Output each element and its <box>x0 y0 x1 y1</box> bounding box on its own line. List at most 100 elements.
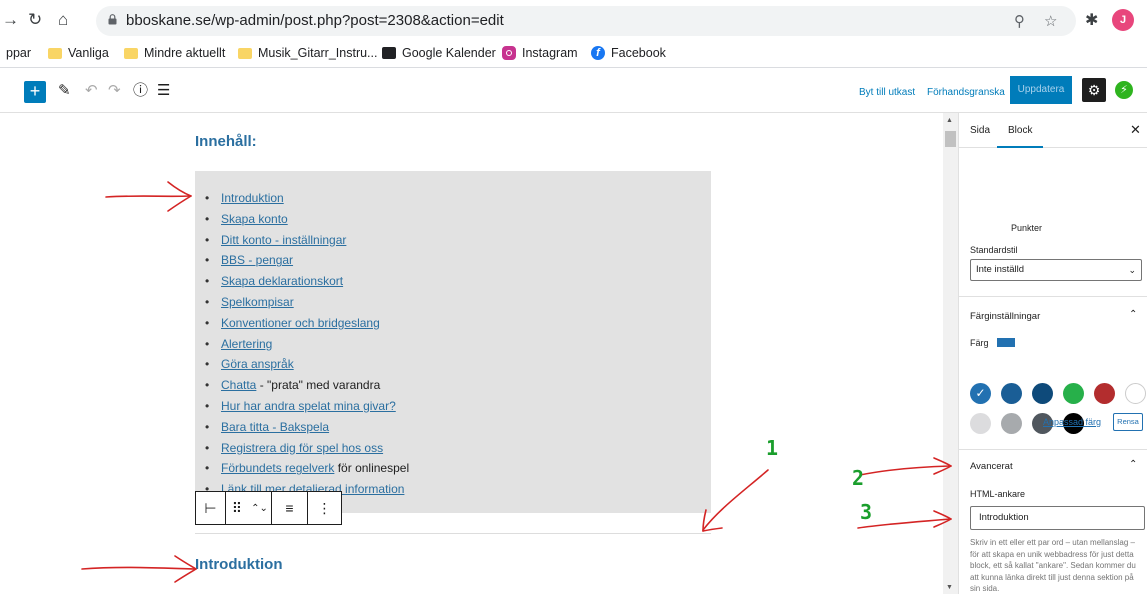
color-swatch[interactable] <box>1001 413 1022 434</box>
toc-link[interactable]: Alertering <box>221 337 272 351</box>
toc-link[interactable]: Spelkompisar <box>221 295 294 309</box>
color-swatch[interactable] <box>1094 383 1115 404</box>
undo-icon[interactable]: ↶ <box>85 81 98 101</box>
profile-avatar[interactable]: J <box>1112 9 1134 31</box>
color-swatch[interactable] <box>1063 383 1084 404</box>
folder-icon <box>124 47 138 59</box>
omnibox[interactable]: bboskane.se/wp-admin/post.php?post=2308&… <box>96 6 1076 36</box>
chevron-down-icon: ⌄ <box>1128 265 1136 275</box>
home-icon[interactable]: ⌂ <box>58 10 68 30</box>
toc-list-item: Bara titta - Bakspela <box>205 417 409 438</box>
redo-icon[interactable]: ↷ <box>108 81 121 101</box>
extensions-icon[interactable]: ✱ <box>1085 10 1098 30</box>
bookmark-folder-vanliga[interactable]: Vanliga <box>48 46 109 60</box>
toc-list-item: Förbundets regelverk för onlinespel <box>205 458 409 479</box>
update-button[interactable]: Uppdatera <box>1010 76 1072 104</box>
bookmark-item[interactable]: ppar <box>6 46 31 60</box>
toc-link[interactable]: BBS - pengar <box>221 253 293 267</box>
list-transform-icon[interactable]: ⊢ <box>196 492 226 524</box>
bookmark-facebook[interactable]: f Facebook <box>591 46 666 60</box>
color-settings-title[interactable]: Färginställningar <box>970 311 1040 322</box>
chevron-up-icon[interactable]: ⌃ <box>1129 459 1137 470</box>
active-tab-indicator <box>997 146 1043 148</box>
color-swatch[interactable] <box>1125 383 1146 404</box>
scroll-up-icon[interactable]: ▲ <box>946 117 953 124</box>
toc-list-item: Skapa deklarationskort <box>205 271 409 292</box>
calendar-icon <box>382 47 396 59</box>
jetpack-icon[interactable]: ⚡ <box>1115 81 1133 99</box>
bookmark-star-icon[interactable]: ☆ <box>1044 12 1057 30</box>
bookmark-google-kalender[interactable]: Google Kalender <box>382 46 496 60</box>
bookmark-folder-musik[interactable]: Musik_Gitarr_Instru... <box>238 46 377 60</box>
preview-button[interactable]: Förhandsgranska <box>927 87 1005 98</box>
color-swatch[interactable]: ✓ <box>970 383 991 404</box>
toc-link[interactable]: Konventioner och bridgeslang <box>221 316 380 330</box>
advanced-title[interactable]: Avancerat <box>970 461 1013 472</box>
browser-url-bar: → ↻ ⌂ bboskane.se/wp-admin/post.php?post… <box>0 0 1147 40</box>
annotation-number: 2 <box>852 466 865 490</box>
folder-icon <box>48 47 62 59</box>
toc-heading[interactable]: Innehåll: <box>195 133 257 150</box>
bookmark-instagram[interactable]: Instagram <box>502 46 578 60</box>
default-style-select[interactable]: Inte inställd ⌄ <box>970 259 1142 281</box>
info-icon[interactable]: ⓘ <box>133 81 148 101</box>
scroll-down-icon[interactable]: ▼ <box>946 584 953 591</box>
tab-block[interactable]: Block <box>1008 125 1032 136</box>
toc-item-suffix: - "prata" med varandra <box>256 378 381 393</box>
toc-link[interactable]: Introduktion <box>221 191 284 205</box>
toc-list-item: Hur har andra spelat mina givar? <box>205 396 409 417</box>
html-anchor-input[interactable]: Introduktion <box>970 506 1145 530</box>
custom-color-link[interactable]: Anpassad färg <box>1043 417 1101 427</box>
toc-item-suffix: för onlinespel <box>334 461 410 476</box>
tab-page[interactable]: Sida <box>970 125 990 136</box>
intro-heading[interactable]: Introduktion <box>195 556 282 573</box>
html-anchor-label: HTML-ankare <box>970 489 1026 499</box>
toc-link[interactable]: Ditt konto - inställningar <box>221 233 346 247</box>
list-view-icon[interactable]: ☰ <box>157 81 170 101</box>
toc-list-item: Registrera dig för spel hos oss <box>205 438 409 459</box>
color-swatch[interactable] <box>1032 383 1053 404</box>
toc-link[interactable]: Registrera dig för spel hos oss <box>221 441 383 455</box>
drag-handle-icon[interactable]: ⠿ <box>226 492 248 524</box>
edit-tool-icon[interactable]: ✎ <box>58 81 71 101</box>
bookmarks-bar: ppar Vanliga Mindre aktuellt Musik_Gitar… <box>0 40 1147 68</box>
sidebar-tabs: Sida Block ✕ <box>959 113 1147 148</box>
lock-icon <box>108 14 117 25</box>
switch-to-draft-button[interactable]: Byt till utkast <box>859 87 915 98</box>
toc-link[interactable]: Skapa deklarationskort <box>221 274 343 288</box>
panel-divider <box>959 449 1147 450</box>
canvas-scrollbar[interactable]: ▲ ▼ <box>943 113 958 594</box>
close-icon[interactable]: ✕ <box>1130 122 1141 138</box>
url-text[interactable]: bboskane.se/wp-admin/post.php?post=2308&… <box>126 12 504 29</box>
scrollbar-thumb[interactable] <box>945 131 956 147</box>
forward-icon[interactable]: → <box>2 10 19 30</box>
folder-icon <box>238 47 252 59</box>
default-style-label: Standardstil <box>970 245 1018 255</box>
bookmark-folder-mindre-aktuellt[interactable]: Mindre aktuellt <box>124 46 225 60</box>
align-icon[interactable]: ≡ <box>272 492 308 524</box>
color-swatch[interactable] <box>970 413 991 434</box>
add-block-button[interactable]: + <box>24 81 46 103</box>
facebook-icon: f <box>591 46 605 60</box>
toc-list-item: BBS - pengar <box>205 250 409 271</box>
toc-list-item: Konventioner och bridgeslang <box>205 313 409 334</box>
chevron-up-icon[interactable]: ⌃ <box>1129 309 1137 320</box>
settings-gear-icon[interactable]: ⚙ <box>1082 78 1106 102</box>
toc-link[interactable]: Bara titta - Bakspela <box>221 420 329 434</box>
style-preview-label[interactable]: Punkter <box>1011 223 1042 233</box>
toc-list-item: Alertering <box>205 334 409 355</box>
annotation-number: 3 <box>860 500 873 524</box>
reload-icon[interactable]: ↻ <box>28 10 42 30</box>
toc-list-block[interactable]: Introduktion Skapa konto Ditt konto - inst… <box>195 171 711 513</box>
toc-link[interactable]: Chatta <box>221 378 256 392</box>
move-up-down-icon[interactable]: ⌃⌄ <box>248 492 272 524</box>
color-swatch[interactable] <box>1001 383 1022 404</box>
toc-link[interactable]: Förbundets regelverk <box>221 461 334 475</box>
more-options-icon[interactable]: ⋮ <box>308 492 341 524</box>
toc-link[interactable]: Hur har andra spelat mina givar? <box>221 399 396 413</box>
toc-link[interactable]: Göra anspråk <box>221 357 294 371</box>
zoom-icon[interactable]: ⚲ <box>1014 12 1025 30</box>
color-label: Färg <box>970 338 989 348</box>
toc-link[interactable]: Skapa konto <box>221 212 288 226</box>
clear-color-button[interactable]: Rensa <box>1113 413 1143 431</box>
